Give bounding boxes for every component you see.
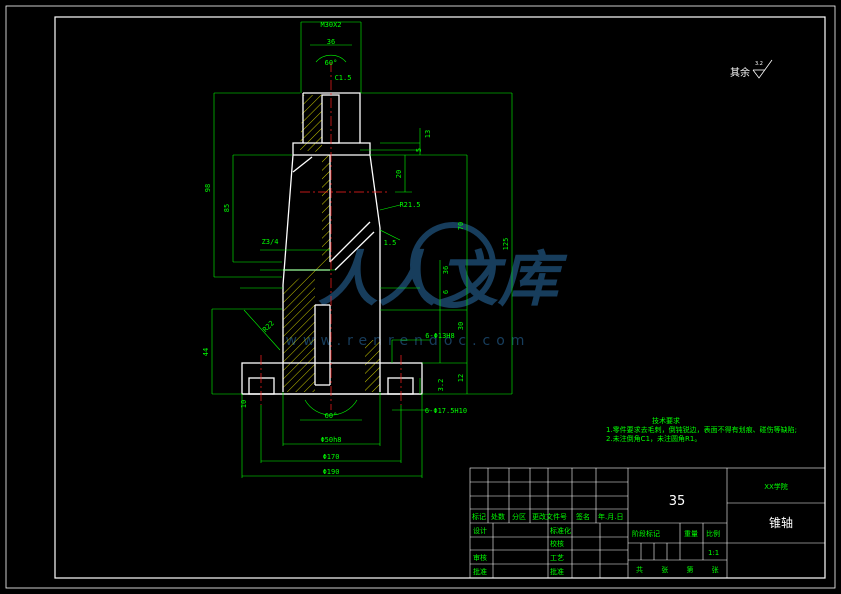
dim-d170: Φ170 [323,453,340,461]
dim-top-thread: M30X2 [320,21,341,29]
tb-scale: 1:1 [708,549,719,557]
dim-d190: Φ190 [323,468,340,476]
tb-school: XX学院 [764,482,788,491]
dim-85: 85 [223,204,231,212]
dim-10: 10 [240,400,248,408]
tech-req-title: 技术要求 [652,416,680,425]
tb-count: 处数 [491,512,505,521]
roughness-value: 3.2 [755,61,763,67]
dim-36-top: 36 [327,38,335,46]
tb-standardize: 标准化 [550,526,571,535]
tb-sign: 签名 [576,512,590,521]
section-hatch-right [365,340,380,392]
tb-doc-no: 更改文件号 [532,512,567,521]
dim-13: 13 [424,130,432,138]
dim-z-thread: Z3/4 [262,238,279,246]
dim-1-5: 1.5 [384,239,397,247]
dim-chamfer: C1.5 [335,74,352,82]
dim-r21-5: R21.5 [399,201,420,209]
dim-5: 5 [415,148,423,152]
dim-70: 70 [457,222,465,230]
dim-12: 12 [457,374,465,382]
tb-zone: 分区 [512,512,526,521]
dim-holes-top: 6-Φ13H8 [425,332,455,340]
dim-angle-bottom: 60° [325,412,338,420]
tb-part-name: 锥轴 [769,515,793,530]
dim-30: 30 [457,322,465,330]
tb-sheets: 共 张 第 张 [636,565,727,574]
tb-review: 审核 [473,553,487,562]
tb-process: 工艺 [550,554,564,562]
tb-material: 35 [669,494,686,509]
tb-approve2: 批准 [550,567,564,576]
dim-ra-3-2: 3.2 [437,379,445,392]
tb-weight: 重量 [684,530,698,538]
drawing-sheet: 人人文库 www.renrendoc.com M30X2 36 60° C1.5… [0,0,841,594]
dim-20: 20 [395,170,403,178]
tb-approve: 批准 [473,567,487,576]
tech-req-line2: 2.未注倒角C1，未注圆角R1。 [606,434,701,443]
dim-holes-bottom: 6-Φ17.5H10 [425,407,467,415]
tech-req-line1: 1.零件要求去毛刺，倒钝锐边，表面不得有划痕、碰伤等缺陷; [606,425,797,434]
dim-36-mid: 36 [442,266,450,274]
tb-date: 年.月.日 [598,512,623,521]
tb-mark: 标记 [472,512,486,521]
dim-r22: R22 [261,319,276,334]
tb-stage-mark: 阶段标记 [632,529,660,538]
watermark-text: 人人文库 [318,245,568,315]
roughness-symbol: 其余 3.2 [730,59,773,79]
dim-6: 6 [442,290,450,294]
dim-98: 98 [204,184,212,192]
roughness-label: 其余 [730,66,750,79]
tb-proofread: 校核 [550,539,564,548]
watermark-url: www.renrendoc.com [286,333,531,349]
dim-125: 125 [502,238,510,251]
dim-angle-top: 60° [325,59,338,67]
tb-design: 设计 [473,526,487,535]
dim-44: 44 [202,348,210,356]
engineering-drawing: 人人文库 www.renrendoc.com M30X2 36 60° C1.5… [5,5,836,589]
tb-scale-label: 比例 [706,529,720,538]
dim-d50: Φ50h8 [320,436,341,444]
